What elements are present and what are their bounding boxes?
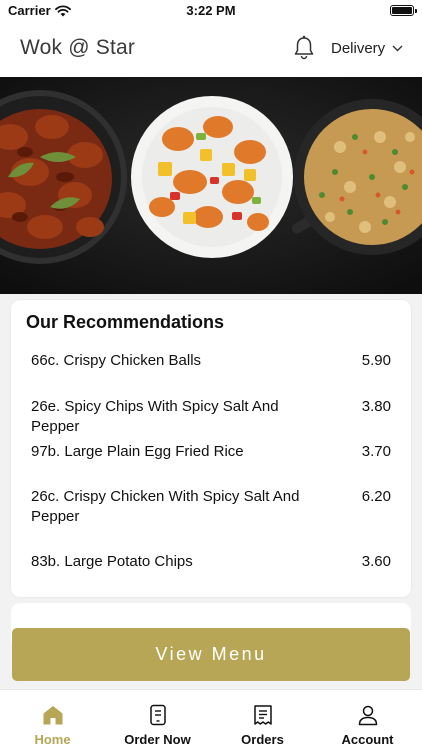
home-icon bbox=[43, 706, 62, 725]
food-dishes-illustration bbox=[0, 77, 422, 294]
app-title: Wok @ Star bbox=[20, 36, 136, 59]
receipt-icon bbox=[253, 705, 272, 725]
item-name: 26c. Crispy Chicken With Spicy Salt And … bbox=[31, 488, 300, 525]
nav-item-home[interactable]: Home bbox=[0, 690, 105, 750]
recommendations-title: Our Recommendations bbox=[26, 312, 225, 332]
recommendations-card: Our Recommendations 66c. Crispy Chicken … bbox=[11, 300, 411, 597]
recommendation-item[interactable]: 83b. Large Potato Chips 3.60 bbox=[31, 552, 391, 572]
recommendation-item[interactable]: 66c. Crispy Chicken Balls 5.90 bbox=[31, 351, 391, 371]
delivery-mode-selector[interactable]: Delivery bbox=[331, 40, 403, 57]
view-menu-button[interactable]: View Menu bbox=[12, 628, 410, 681]
nav-label-order-now: Order Now bbox=[124, 732, 191, 747]
item-price: 5.90 bbox=[361, 352, 391, 369]
delivery-mode-label: Delivery bbox=[331, 40, 386, 57]
item-name: 83b. Large Potato Chips bbox=[31, 553, 193, 570]
item-name: 26e. Spicy Chips With Spicy Salt And Pep… bbox=[31, 398, 279, 435]
status-time: 3:22 PM bbox=[186, 3, 236, 18]
status-bar: Carrier 3:22 PM bbox=[0, 0, 422, 22]
nav-item-order-now[interactable]: Order Now bbox=[105, 690, 210, 750]
recommendation-item[interactable]: 97b. Large Plain Egg Fried Rice 3.70 bbox=[31, 442, 391, 462]
recommendation-item[interactable]: 26e. Spicy Chips With Spicy Salt And Pep… bbox=[31, 397, 391, 437]
item-price: 3.70 bbox=[361, 443, 391, 460]
item-name: 66c. Crispy Chicken Balls bbox=[31, 352, 202, 369]
app-header: Wok @ Star Delivery bbox=[0, 22, 422, 77]
nav-label-account: Account bbox=[341, 732, 394, 747]
nav-item-account[interactable]: Account bbox=[315, 690, 420, 750]
bell-icon[interactable] bbox=[292, 35, 316, 61]
nav-item-orders[interactable]: Orders bbox=[210, 690, 315, 750]
item-price: 3.80 bbox=[361, 398, 391, 415]
chevron-down-icon bbox=[392, 45, 403, 52]
battery-icon bbox=[390, 5, 417, 16]
order-icon bbox=[149, 704, 166, 726]
item-price: 3.60 bbox=[361, 553, 391, 570]
item-name: 97b. Large Plain Egg Fried Rice bbox=[31, 443, 244, 460]
nav-label-home: Home bbox=[34, 732, 71, 747]
bottom-nav: Home Order Now Orders Account bbox=[0, 689, 422, 750]
person-icon bbox=[358, 705, 377, 726]
recommendation-item[interactable]: 26c. Crispy Chicken With Spicy Salt And … bbox=[31, 487, 391, 527]
item-price: 6.20 bbox=[361, 488, 391, 505]
hero-banner-image bbox=[0, 77, 422, 294]
nav-label-orders: Orders bbox=[241, 732, 284, 747]
